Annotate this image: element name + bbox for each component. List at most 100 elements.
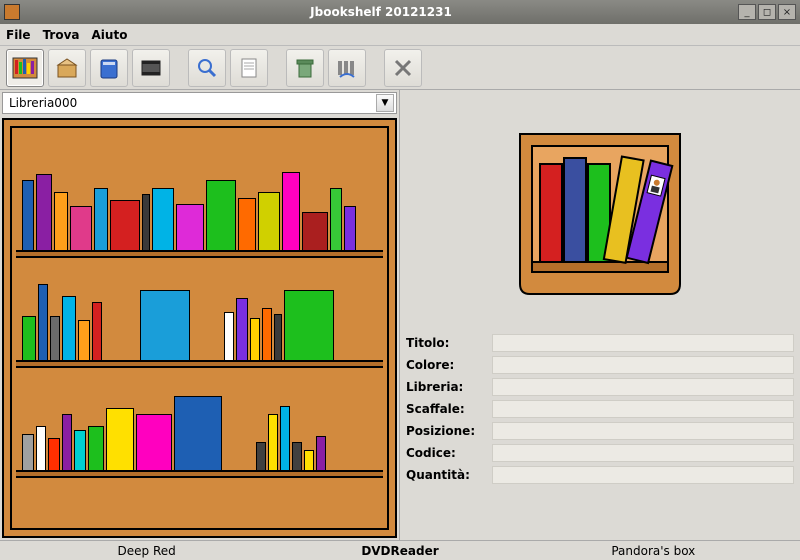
book-spine[interactable] bbox=[282, 172, 300, 250]
title-field[interactable] bbox=[492, 334, 794, 352]
book-spine[interactable] bbox=[152, 188, 174, 250]
book-spine[interactable] bbox=[22, 316, 36, 360]
shelf-field[interactable] bbox=[492, 400, 794, 418]
doc-icon bbox=[236, 55, 262, 81]
status-bar: Deep Red DVDReader Pandora's box bbox=[0, 540, 800, 560]
book-spine[interactable] bbox=[36, 426, 46, 470]
book-spine[interactable] bbox=[174, 396, 222, 470]
movie-icon bbox=[138, 55, 164, 81]
app-icon bbox=[4, 4, 20, 20]
book-spine[interactable] bbox=[250, 318, 260, 360]
book-spine[interactable] bbox=[238, 198, 256, 250]
details-form: Titolo: Colore: Libreria: Scaffale: Posi… bbox=[406, 334, 794, 484]
book-spine[interactable] bbox=[206, 180, 236, 250]
toolbar bbox=[0, 46, 800, 90]
book-spine[interactable] bbox=[292, 442, 302, 470]
book-spine[interactable] bbox=[88, 426, 104, 470]
menu-find[interactable]: Trova bbox=[43, 28, 80, 42]
book-spine[interactable] bbox=[94, 188, 108, 250]
library-dropdown[interactable]: Libreria000 ▼ bbox=[2, 92, 397, 114]
book-spine[interactable] bbox=[316, 436, 326, 470]
chevron-down-icon: ▼ bbox=[376, 94, 394, 112]
book-spine[interactable] bbox=[176, 204, 204, 250]
code-label: Codice: bbox=[406, 446, 486, 460]
book-spine[interactable] bbox=[92, 302, 102, 360]
shelf-label: Scaffale: bbox=[406, 402, 486, 416]
book-spine[interactable] bbox=[74, 430, 86, 470]
book-spine bbox=[104, 340, 138, 360]
toolbar-book-button[interactable] bbox=[90, 49, 128, 87]
book-spine[interactable] bbox=[48, 438, 60, 470]
bookshelf-view[interactable] bbox=[2, 118, 397, 538]
color-label: Colore: bbox=[406, 358, 486, 372]
book-spine[interactable] bbox=[136, 414, 172, 470]
book-spine[interactable] bbox=[38, 284, 48, 360]
toolbar-trash-button[interactable] bbox=[286, 49, 324, 87]
window-title: Jbookshelf 20121231 bbox=[26, 5, 736, 19]
toolbar-package-button[interactable] bbox=[48, 49, 86, 87]
book-spine[interactable] bbox=[142, 194, 150, 250]
shelf-icon bbox=[11, 54, 39, 82]
book-spine[interactable] bbox=[140, 290, 190, 360]
minimize-button[interactable]: _ bbox=[738, 4, 756, 20]
book-spine[interactable] bbox=[330, 188, 342, 250]
book-spine[interactable] bbox=[62, 296, 76, 360]
position-label: Posizione: bbox=[406, 424, 486, 438]
library-label: Libreria: bbox=[406, 380, 486, 394]
trash-icon bbox=[292, 55, 318, 81]
toolbar-search-button[interactable] bbox=[188, 49, 226, 87]
book-spine[interactable] bbox=[50, 316, 60, 360]
link-icon bbox=[334, 55, 360, 81]
menu-bar: File Trova Aiuto bbox=[0, 24, 800, 46]
book-spine[interactable] bbox=[110, 200, 140, 250]
book-spine bbox=[192, 340, 222, 360]
maximize-button[interactable]: ◻ bbox=[758, 4, 776, 20]
toolbar-shelf-button[interactable] bbox=[6, 49, 44, 87]
book-spine[interactable] bbox=[268, 414, 278, 470]
book-spine[interactable] bbox=[262, 308, 272, 360]
library-field[interactable] bbox=[492, 378, 794, 396]
book-icon bbox=[96, 55, 122, 81]
menu-file[interactable]: File bbox=[6, 28, 31, 42]
large-shelf-icon bbox=[490, 114, 710, 314]
quantity-field[interactable] bbox=[492, 466, 794, 484]
delete-icon bbox=[390, 55, 416, 81]
book-spine[interactable] bbox=[54, 192, 68, 250]
book-spine[interactable] bbox=[256, 442, 266, 470]
quantity-label: Quantità: bbox=[406, 468, 486, 482]
toolbar-movie-button[interactable] bbox=[132, 49, 170, 87]
book-spine[interactable] bbox=[236, 298, 248, 360]
book-spine[interactable] bbox=[22, 434, 34, 470]
toolbar-doc-button[interactable] bbox=[230, 49, 268, 87]
book-spine[interactable] bbox=[62, 414, 72, 470]
book-spine bbox=[224, 450, 254, 470]
book-spine[interactable] bbox=[274, 314, 282, 360]
close-button[interactable]: × bbox=[778, 4, 796, 20]
book-spine[interactable] bbox=[302, 212, 328, 250]
book-spine[interactable] bbox=[106, 408, 134, 470]
title-label: Titolo: bbox=[406, 336, 486, 350]
toolbar-delete-button[interactable] bbox=[384, 49, 422, 87]
book-spine[interactable] bbox=[78, 320, 90, 360]
book-spine[interactable] bbox=[70, 206, 92, 250]
book-spine[interactable] bbox=[22, 180, 34, 250]
detail-icon-pane bbox=[406, 94, 794, 334]
book-spine[interactable] bbox=[304, 450, 314, 470]
book-spine[interactable] bbox=[280, 406, 290, 470]
status-left: Deep Red bbox=[20, 544, 273, 558]
book-spine[interactable] bbox=[284, 290, 334, 360]
status-right: Pandora's box bbox=[527, 544, 780, 558]
status-center: DVDReader bbox=[273, 544, 526, 558]
book-spine[interactable] bbox=[36, 174, 52, 250]
color-field[interactable] bbox=[492, 356, 794, 374]
book-spine[interactable] bbox=[344, 206, 356, 250]
book-spine[interactable] bbox=[258, 192, 280, 250]
menu-help[interactable]: Aiuto bbox=[92, 28, 128, 42]
search-icon bbox=[194, 55, 220, 81]
library-dropdown-value: Libreria000 bbox=[9, 96, 77, 110]
book-spine[interactable] bbox=[224, 312, 234, 360]
position-field[interactable] bbox=[492, 422, 794, 440]
toolbar-link-button[interactable] bbox=[328, 49, 366, 87]
code-field[interactable] bbox=[492, 444, 794, 462]
package-icon bbox=[54, 55, 80, 81]
